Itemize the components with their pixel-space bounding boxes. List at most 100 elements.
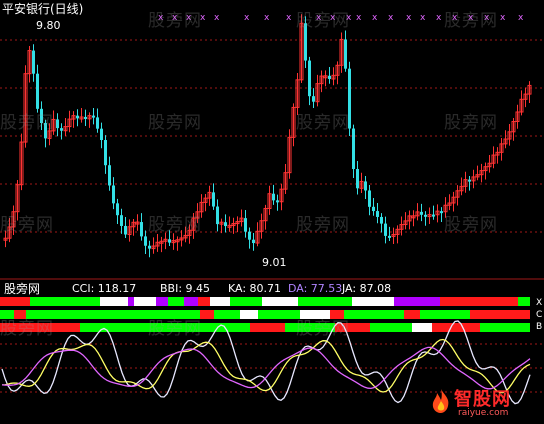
candle-body (312, 96, 315, 102)
signal-marker: x (330, 13, 336, 23)
candle-body (92, 115, 95, 118)
candle-body (344, 39, 347, 69)
candle-body (348, 68, 351, 129)
signal-bar-segment (210, 297, 230, 306)
signal-bar-segment (200, 310, 214, 319)
candle-body (368, 190, 371, 207)
signal-bar-segment (470, 310, 530, 319)
signal-bar-segment (280, 297, 298, 306)
candle-body (244, 218, 247, 232)
signal-bar-segment (0, 323, 80, 332)
signal-marker: x (518, 13, 524, 23)
candle-body (120, 215, 123, 226)
signal-bar-segment (30, 297, 100, 306)
signal-bar-segment (0, 310, 14, 319)
signal-marker: x (286, 13, 292, 23)
candle-body (148, 245, 151, 249)
candle-body (104, 140, 107, 166)
candle-body (424, 214, 427, 217)
signal-bar-segment (518, 297, 530, 306)
signal-bar-segment (480, 323, 530, 332)
candle-body (32, 50, 35, 74)
signal-bar-segment (26, 310, 200, 319)
signal-marker: x (244, 13, 250, 23)
signal-bar-segment (432, 323, 480, 332)
signal-marker: x (172, 13, 178, 23)
candle-body (112, 185, 115, 204)
candle-body (304, 23, 307, 61)
signal-marker: x (264, 13, 270, 23)
candle-body (116, 203, 119, 216)
signal-bar-segment (230, 297, 262, 306)
signal-marker: x (420, 13, 426, 23)
signal-marker: x (346, 13, 352, 23)
signal-bar-segment (250, 323, 285, 332)
signal-marker: x (484, 13, 490, 23)
candle-body (140, 222, 143, 237)
candle-body (372, 206, 375, 212)
signal-bar-segment (262, 297, 280, 306)
candle-body (108, 165, 111, 186)
candle-body (144, 236, 147, 246)
candle-body (252, 239, 255, 244)
signal-bar-segment (335, 323, 370, 332)
signal-bar-segment (344, 310, 404, 319)
candle-body (212, 192, 215, 207)
signal-marker: x (372, 13, 378, 23)
signal-bar-segment (330, 310, 344, 319)
signal-bar-segment (134, 297, 156, 306)
signal-marker: x (500, 13, 506, 23)
signal-marker: x (388, 13, 394, 23)
chart-stage: xxxxxxxxxxxxxxxxxxxxxx (0, 0, 544, 424)
signal-bar-segment (300, 310, 330, 319)
signal-bar-segment (198, 297, 210, 306)
signal-marker: x (186, 13, 192, 23)
signal-bar-segment (128, 297, 134, 306)
signal-bar-segment (285, 323, 335, 332)
signal-bar-segment (420, 310, 470, 319)
signal-marker: x (406, 13, 412, 23)
candle-body (84, 116, 87, 119)
candle-body (308, 60, 311, 97)
signal-bar-segment (184, 297, 198, 306)
signal-bar-segment (440, 297, 478, 306)
signal-bar-segment (168, 297, 184, 306)
signal-bar-segment (12, 297, 30, 306)
candle-body (216, 206, 219, 225)
signal-bar-segment (258, 310, 300, 319)
candle-body (276, 200, 279, 203)
candle-body (432, 214, 435, 217)
candle-body (272, 193, 275, 201)
candle-body (56, 119, 59, 129)
signal-bar-segment (370, 323, 412, 332)
candle-body (380, 216, 383, 224)
candle-body (328, 75, 331, 79)
signal-marker: x (200, 13, 206, 23)
candle-body (224, 222, 227, 227)
signal-bar-segment (0, 297, 12, 306)
signal-marker: x (468, 13, 474, 23)
signal-bar-segment (156, 297, 168, 306)
signal-bar-segment (404, 310, 420, 319)
candle-body (168, 239, 171, 243)
candle-body (60, 128, 63, 131)
candle-body (420, 211, 423, 215)
candle-body (440, 211, 443, 214)
signal-marker: x (356, 13, 362, 23)
candle-body (40, 108, 43, 124)
signal-bar-segment (394, 297, 440, 306)
signal-marker: x (316, 13, 322, 23)
candle-body (36, 73, 39, 109)
signal-bar-segment (240, 310, 258, 319)
signal-bar-segment (412, 323, 432, 332)
signal-marker: x (452, 13, 458, 23)
signal-bar-segment (298, 297, 352, 306)
signal-bar-segment (100, 297, 128, 306)
signal-marker: x (214, 13, 220, 23)
signal-marker: x (158, 13, 164, 23)
signal-bar-segment (14, 310, 26, 319)
candle-body (76, 115, 79, 119)
candle-body (100, 128, 103, 141)
signal-bar-segment (352, 297, 394, 306)
signal-marker: x (436, 13, 442, 23)
